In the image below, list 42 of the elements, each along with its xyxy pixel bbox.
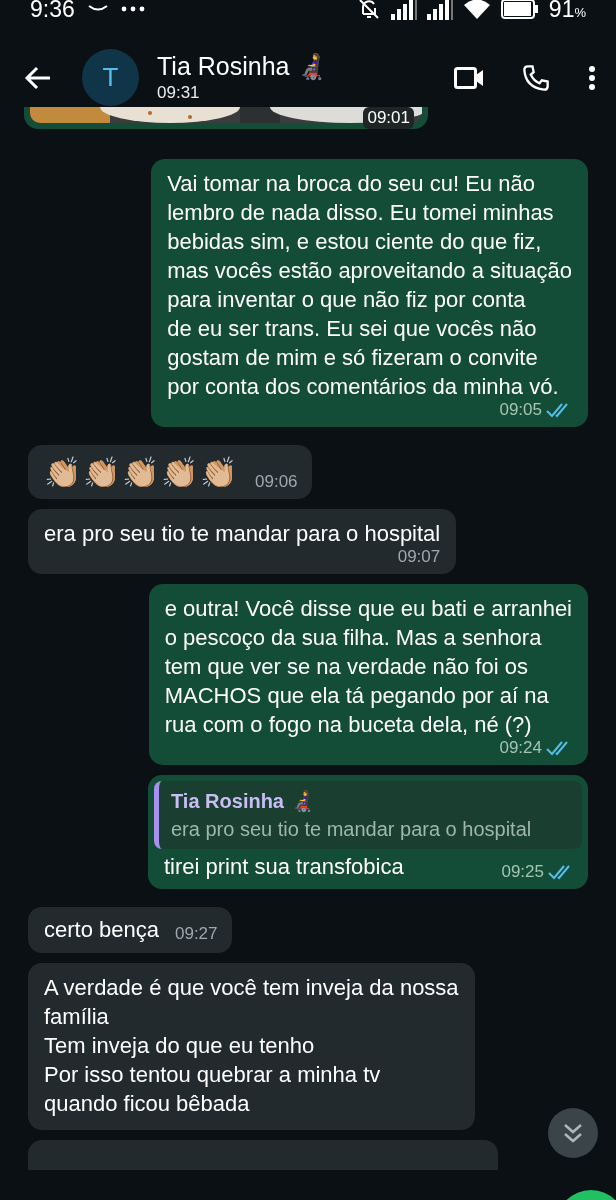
phone-icon[interactable]: [522, 63, 550, 92]
quote-text: era pro seu tio te mandar para o hospital: [171, 817, 533, 842]
quote-author: Tia Rosinha 👩‍🦼: [171, 789, 316, 814]
muted-bell-icon: [356, 0, 381, 21]
message-text: e outra! Você disse que eu bati e arranhei o pescoço da sua filha. Mas a senhora tem que ver se na verdade não foi os MACHOS que ela tá pegando por aí na rua com o fogo na buceta dela, né (?): [164, 595, 572, 739]
message-bubble[interactable]: e outra! Você disse que eu bati e arranhei o pescoço da sua filha. Mas a senhora tem que ver se na verdade não foi os MACHOS que ela tá pegando por aí na rua com o fogo na buceta dela, né (?) 09:24: [148, 584, 588, 765]
message-time: 09:06: [255, 471, 298, 493]
video-call-icon[interactable]: [454, 66, 484, 89]
message-bubble[interactable]: 👏🏼👏🏼👏🏼👏🏼👏🏼 09:06: [28, 445, 312, 499]
message-time: 09:01: [363, 107, 414, 129]
message-bubble[interactable]: A verdade é que você tem inveja da nossa família Tem inveja do que eu tenho Por isso tentou quebrar a minha tv quando ficou bêbada: [28, 963, 475, 1130]
status-time: 9:36: [30, 0, 75, 24]
message-text: Vai tomar na broca do seu cu! Eu não lembro de nada disso. Eu tomei minhas bebidas sim, e estou ciente do que fiz, mas vocês estão aproveitando a situação para inventar o que não fiz por conta de eu ser trans. Eu sei que vocês não gostam de mim e só fizeram o convite por conta dos comentários da minha vó.: [167, 170, 572, 401]
more-options-icon[interactable]: [588, 64, 596, 91]
signal-icon: [426, 0, 453, 20]
message-time: 09:27: [174, 923, 218, 945]
emoji-message: 👏🏼👏🏼👏🏼👏🏼👏🏼: [44, 455, 239, 491]
signal-icon: [390, 0, 417, 20]
message-bubble[interactable]: era pro seu tio te mandar para o hospital 09:07: [28, 509, 457, 574]
message-time: 09:07: [397, 546, 441, 568]
message-time: 09:05: [499, 399, 542, 421]
contact-name[interactable]: Tia Rosinha 👩‍🦼: [157, 50, 328, 81]
more-notifications-icon: [120, 6, 145, 12]
message-bubble[interactable]: Tia Rosinha 👩‍🦼 era pro seu tio te mandar para o hospital tirei print sua transfobica 09:25: [148, 775, 588, 889]
image-message[interactable]: 09:01: [24, 107, 428, 129]
back-arrow-icon[interactable]: [24, 65, 52, 90]
wifi-icon: [462, 0, 491, 20]
battery-icon: [500, 0, 539, 19]
avatar[interactable]: T: [82, 49, 139, 106]
message-text: certo bença: [44, 916, 159, 944]
double-chevron-down-icon: [563, 1122, 583, 1144]
message-time: 09:24: [499, 737, 542, 759]
last-seen: 09:31: [157, 81, 201, 104]
message-bubble[interactable]: [151, 159, 588, 427]
percent-sign: %: [574, 5, 586, 22]
battery-percent: 91: [548, 0, 575, 24]
message-text: A verdade é que você tem inveja da nossa família Tem inveja do que eu tenho Por isso tentou quebrar a minha tv quando ficou bêbada: [44, 974, 459, 1118]
message-time: 09:25: [501, 861, 544, 883]
message-text: tirei print sua transfobica: [164, 853, 404, 881]
quoted-message[interactable]: Tia Rosinha 👩‍🦼 era pro seu tio te mandar para o hospital: [154, 781, 582, 849]
message-text: era pro seu tio te mandar para o hospital: [44, 520, 441, 548]
message-bubble[interactable]: certo bença 09:27: [28, 907, 232, 953]
